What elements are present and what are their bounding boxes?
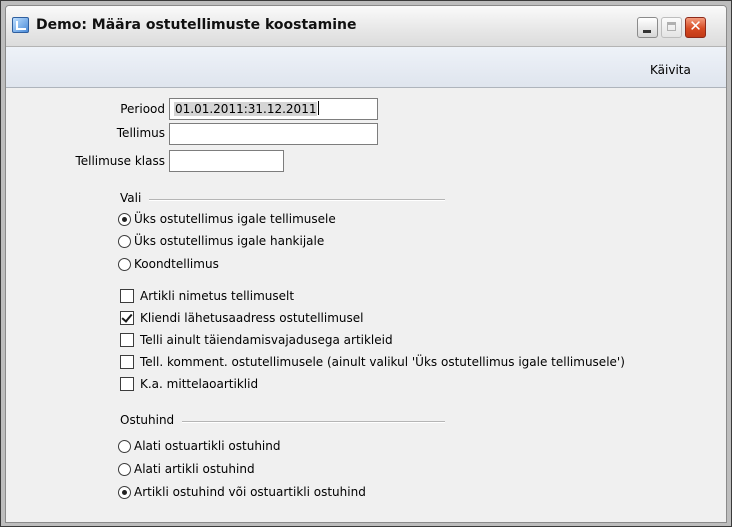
checkbox[interactable] xyxy=(120,333,134,347)
window: Demo: Määra ostutellimuste koostamine ✕ … xyxy=(5,5,727,523)
checkbox[interactable] xyxy=(120,289,134,303)
radio-button[interactable] xyxy=(118,258,131,271)
order-field[interactable] xyxy=(169,123,378,145)
radio-button[interactable] xyxy=(118,235,131,248)
checkbox[interactable] xyxy=(120,377,134,391)
title-bar[interactable]: Demo: Määra ostutellimuste koostamine ✕ xyxy=(6,6,726,47)
ostuhind-group-label: Ostuhind xyxy=(120,413,175,427)
maximize-button[interactable] xyxy=(661,17,682,38)
ostuhind-group-divider xyxy=(182,421,445,423)
toolbar: Käivita xyxy=(6,47,726,88)
radio-button[interactable] xyxy=(118,486,131,499)
order-class-label: Tellimuse klass xyxy=(75,154,165,168)
period-field[interactable]: 01.01.2011:31.12.2011 xyxy=(169,98,378,120)
order-label: Tellimus xyxy=(116,126,165,140)
period-value: 01.01.2011:31.12.2011 xyxy=(174,102,318,116)
text-cursor xyxy=(318,101,320,115)
radio-button[interactable] xyxy=(118,463,131,476)
minimize-button[interactable] xyxy=(637,17,658,38)
radio-button[interactable] xyxy=(118,213,131,226)
radio-button[interactable] xyxy=(118,440,131,453)
form-area: Periood 01.01.2011:31.12.2011 Tellimus T… xyxy=(6,88,726,522)
period-label: Periood xyxy=(120,102,165,116)
vali-group-label: Vali xyxy=(120,191,142,205)
close-icon: ✕ xyxy=(689,17,702,35)
run-button[interactable]: Käivita xyxy=(650,63,691,77)
app-window-icon xyxy=(12,17,29,33)
vali-group-divider xyxy=(149,199,445,201)
window-title: Demo: Määra ostutellimuste koostamine xyxy=(36,17,357,33)
order-class-field[interactable] xyxy=(169,150,284,172)
checkbox[interactable] xyxy=(120,355,134,369)
window-outer-frame: Demo: Määra ostutellimuste koostamine ✕ … xyxy=(0,0,732,527)
checkbox[interactable] xyxy=(120,311,134,325)
close-button[interactable]: ✕ xyxy=(685,17,706,38)
